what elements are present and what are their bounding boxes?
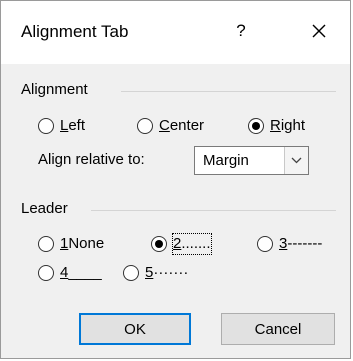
align-left-radio-circle [38,118,54,134]
close-icon[interactable] [308,20,330,42]
leader-underline-radio-circle [38,265,54,281]
leader-dashes-radio-circle [257,236,273,252]
leader-underline-radio[interactable]: 4 ____ [38,263,102,283]
leader-group-label: Leader [21,200,68,217]
align-right-radio-circle [248,118,264,134]
leader-none-label: 1 None [60,235,105,252]
align-center-radio-circle [137,118,153,134]
dialog-title: Alignment Tab [21,22,129,41]
title-bar: Alignment Tab ? [1,1,350,64]
leader-middot-radio-circle [123,265,139,281]
ok-button[interactable]: OK [79,313,191,345]
align-relative-value: Margin [203,152,249,169]
align-right-radio[interactable]: Right [248,116,305,136]
help-button[interactable]: ? [231,19,251,43]
align-left-radio[interactable]: Left [38,116,85,136]
align-relative-label: Align relative to: [38,151,145,168]
leader-middot-radio[interactable]: 5 ······· [123,263,188,283]
cancel-button[interactable]: Cancel [221,313,335,345]
leader-underline-label: 4 ____ [60,264,102,281]
leader-dashes-label: 3 ------- [279,235,323,252]
leader-dots-radio-circle [151,236,167,252]
alignment-tab-dialog: Alignment Tab ? Alignment Left Center Ri… [0,0,351,359]
leader-none-radio[interactable]: 1 None [38,234,104,254]
leader-dots-label: 2 ....... [172,233,212,255]
align-center-radio[interactable]: Center [137,116,204,136]
align-right-label: Right [270,117,306,134]
alignment-group-label: Alignment [21,81,88,98]
alignment-group-divider [121,91,336,92]
leader-dots-radio[interactable]: 2 ....... [151,233,212,255]
leader-middot-label: 5 ······· [145,264,189,281]
leader-none-radio-circle [38,236,54,252]
align-center-label: Center [159,117,205,134]
align-relative-select[interactable]: Margin [194,146,309,175]
chevron-down-icon[interactable] [284,147,308,174]
leader-dashes-radio[interactable]: 3 ------- [257,234,322,254]
leader-group-divider [91,210,336,211]
align-left-label: Left [60,117,86,134]
